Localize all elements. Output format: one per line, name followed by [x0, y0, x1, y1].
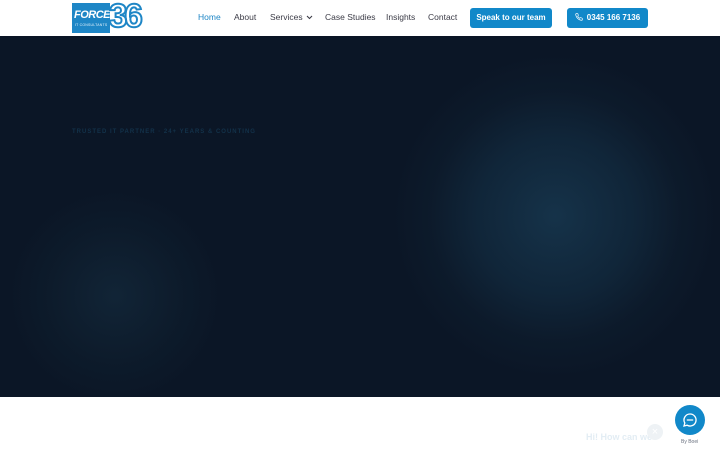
- speak-to-team-label: Speak to our team: [476, 13, 546, 22]
- hero-glow-right: [395, 56, 715, 376]
- logo-word: FORCE: [74, 9, 111, 21]
- nav-case-studies[interactable]: Case Studies: [325, 12, 376, 22]
- phone-number-label: 0345 166 7136: [586, 13, 641, 22]
- chat-powered-by: By Boei: [681, 439, 699, 445]
- content-strip: [0, 397, 720, 450]
- nav-insights[interactable]: Insights: [386, 12, 415, 22]
- chat-greeting[interactable]: Hi! How can we: [586, 432, 652, 442]
- nav-home[interactable]: Home: [198, 12, 221, 22]
- nav-services[interactable]: Services: [270, 12, 313, 22]
- logo-number: 36: [108, 0, 144, 35]
- force36-logo[interactable]: FORCE IT CONSULTANTS 36: [72, 0, 146, 35]
- phone-icon: [575, 13, 583, 21]
- speak-to-team-button[interactable]: Speak to our team: [470, 8, 552, 28]
- chat-bubble-icon: [683, 413, 697, 427]
- chevron-down-icon: [306, 15, 312, 20]
- hero-eyebrow: TRUSTED IT PARTNER · 24+ YEARS & COUNTIN…: [72, 129, 256, 135]
- nav-about[interactable]: About: [234, 12, 256, 22]
- phone-button[interactable]: 0345 166 7136: [567, 8, 648, 28]
- nav-contact[interactable]: Contact: [428, 12, 457, 22]
- chat-launcher-button[interactable]: [675, 405, 705, 435]
- hero-glow-left: [10, 191, 220, 397]
- chat-close-icon[interactable]: ×: [647, 424, 663, 440]
- nav-services-label: Services: [270, 12, 303, 22]
- logo-tagline: IT CONSULTANTS: [75, 23, 108, 27]
- site-header: FORCE IT CONSULTANTS 36 Home About Servi…: [0, 0, 720, 36]
- hero-section: TRUSTED IT PARTNER · 24+ YEARS & COUNTIN…: [0, 36, 720, 397]
